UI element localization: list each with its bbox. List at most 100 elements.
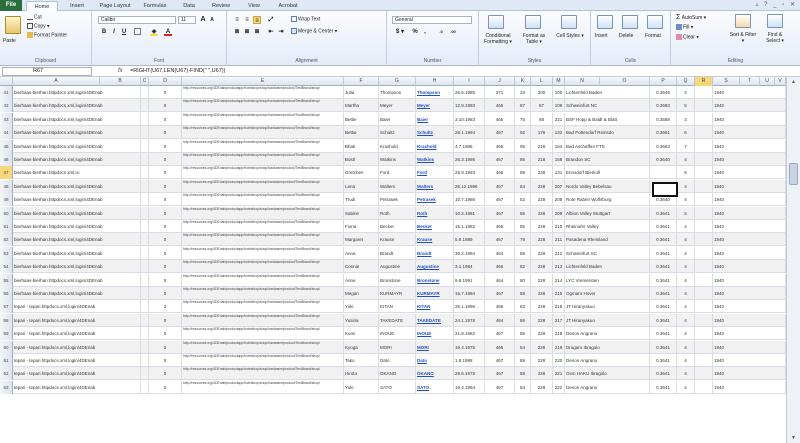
tab-file[interactable]: File — [0, 0, 22, 11]
orientation-icon[interactable]: ⤢ — [267, 16, 275, 24]
cell-k[interactable]: Martha — [344, 99, 379, 113]
cell-r[interactable]: 0.3641 — [650, 273, 677, 287]
cell-w[interactable]: 1940 — [713, 193, 786, 207]
cell-v[interactable]: 4 — [677, 327, 695, 341]
cell-v[interactable]: 6 — [677, 126, 695, 140]
cell-r[interactable]: 0.3641 — [650, 313, 677, 327]
cell-q[interactable]: 68 — [531, 112, 553, 126]
increase-indent-icon[interactable]: ⇥ — [277, 28, 285, 36]
cell-s[interactable]: 221 — [553, 112, 565, 126]
cell-n2[interactable]: 10.7.1986 — [454, 193, 485, 207]
row-header[interactable]: 61 — [0, 354, 13, 367]
cell-url[interactable]: http://resources.org/4DEnab/productapp/h… — [182, 380, 344, 394]
cell-x1[interactable] — [695, 300, 713, 314]
tab-data[interactable]: Data — [176, 1, 202, 11]
cell-v[interactable]: 4 — [677, 380, 695, 394]
cell-n2[interactable]: 1.8.1998 — [454, 354, 485, 367]
cell-p[interactable]: 92 — [515, 126, 531, 140]
column-header-s[interactable]: S — [713, 77, 740, 86]
cell-w[interactable]: 1940 — [713, 313, 786, 327]
cell-b[interactable] — [141, 300, 149, 314]
cell-t[interactable]: Lichtenfeld Baden — [565, 260, 650, 274]
row-header[interactable]: 58 — [0, 313, 13, 327]
cell-r[interactable]: 0.3640 — [650, 153, 677, 166]
cell-m[interactable]: Becker — [416, 220, 454, 233]
align-top-icon[interactable]: ≡ — [233, 16, 241, 24]
cell-c[interactable]: 0 — [149, 126, 182, 140]
cell-x1[interactable] — [695, 153, 713, 166]
cell-t[interactable]: Drugaro Ibragolo — [565, 340, 650, 354]
cell-o[interactable]: 467 — [485, 193, 515, 207]
cell-l[interactable]: Ford — [379, 166, 416, 180]
cell-l[interactable]: KITAN — [379, 300, 416, 314]
borders-icon[interactable] — [134, 28, 141, 35]
cell-w[interactable]: 1940 — [713, 179, 786, 193]
cell-url[interactable]: http://resources.org/4DEnab/productapp/h… — [182, 327, 344, 341]
underline-button[interactable]: U — [120, 28, 128, 36]
cell-a[interactable]: bierhaas-bierhan.httpdocs.xml,login/4DEn… — [13, 139, 141, 153]
cell-m[interactable]: Dato — [416, 354, 454, 367]
cell-url[interactable]: http://resources.org/4DEnab/productapp/h… — [182, 273, 344, 287]
fill-button[interactable]: Fill ▾ — [676, 24, 693, 31]
cell-q[interactable]: 228 — [531, 273, 553, 287]
cell-styles-icon[interactable] — [561, 15, 577, 29]
cell-m[interactable]: Krashold — [416, 139, 454, 153]
cell-c[interactable]: 0 — [149, 260, 182, 274]
cell-s[interactable]: 213 — [553, 260, 565, 274]
cell-x1[interactable] — [695, 313, 713, 327]
cell-q[interactable]: 216 — [531, 139, 553, 153]
row-header[interactable]: 49 — [0, 193, 13, 207]
row-header[interactable]: 43 — [0, 112, 13, 126]
cell-p[interactable]: 84 — [515, 340, 531, 354]
cell-m[interactable]: Meyer — [416, 99, 454, 113]
cell-n2[interactable]: 4.7.1988 — [454, 139, 485, 153]
cell-t[interactable]: JT Hiranyakuo — [565, 300, 650, 314]
cell-url[interactable]: http://resources.org/4DEnab/productapp/h… — [182, 112, 344, 126]
cell-v[interactable]: 4 — [677, 367, 695, 381]
cell-c[interactable]: 3 — [149, 300, 182, 314]
column-header-q[interactable]: Q — [677, 77, 695, 86]
cell-p[interactable]: 84 — [515, 179, 531, 193]
cell-o[interactable]: 465 — [485, 99, 515, 113]
cell-p[interactable]: 87 — [515, 99, 531, 113]
row-header[interactable]: 50 — [0, 206, 13, 220]
column-header-r[interactable]: R — [695, 77, 713, 86]
cell-n2[interactable]: 16.7.1994 — [454, 287, 485, 300]
cell-s[interactable]: 218 — [553, 327, 565, 341]
cell-k[interactable]: Megan — [344, 287, 379, 300]
cell-v[interactable]: 4 — [677, 354, 695, 367]
cell-v[interactable]: 3 — [677, 112, 695, 126]
cell-w[interactable]: 1940 — [713, 300, 786, 314]
cell-m[interactable]: INOUE — [416, 327, 454, 341]
paste-button[interactable]: Paste — [3, 38, 16, 45]
cell-b[interactable] — [141, 86, 149, 99]
cell-t[interactable]: Pasadena Rheinland — [565, 233, 650, 247]
autosum-button[interactable]: Σ AutoSum ▾ — [676, 14, 706, 22]
cell-l[interactable]: OKANO — [379, 367, 416, 381]
cell-c[interactable]: 0 — [149, 327, 182, 341]
cell-m[interactable]: TAKEDATE — [416, 313, 454, 327]
cell-a[interactable]: tepari - tepari.httpdocs.xml,login/4DEna… — [13, 340, 141, 354]
row-header[interactable]: 57 — [0, 300, 13, 314]
cell-x1[interactable] — [695, 139, 713, 153]
cell-b[interactable] — [141, 166, 149, 180]
cell-x1[interactable] — [695, 340, 713, 354]
cell-a[interactable]: bierhaas-bierhan.httpdocs.xml,ru — [13, 166, 141, 180]
cell-m[interactable]: Augustine — [416, 260, 454, 274]
conditional-formatting-button[interactable]: Conditional Formatting ▾ — [481, 33, 515, 45]
cell-n2[interactable]: 26.12.1996 — [454, 179, 485, 193]
cell-s[interactable]: 222 — [553, 380, 565, 394]
insert-cells-button[interactable]: Insert — [595, 33, 608, 40]
cell-q[interactable]: 228 — [531, 313, 553, 327]
cell-w[interactable]: 1940 — [713, 139, 786, 153]
row-header[interactable]: 55 — [0, 273, 13, 287]
cell-t[interactable]: BSF Hopp & Baldt & Blatt — [565, 112, 650, 126]
cell-x1[interactable] — [695, 246, 713, 260]
cell-w[interactable]: 1940 — [713, 273, 786, 287]
cell-c[interactable]: 0 — [149, 354, 182, 367]
align-center-icon[interactable]: ≣ — [243, 28, 251, 36]
cell-k[interactable]: Kyoga — [344, 340, 379, 354]
cell-a[interactable]: bierhaas-bierhan.httpdocs.xml,login/4DEn… — [13, 246, 141, 260]
cell-p[interactable]: 95 — [515, 139, 531, 153]
cell-l[interactable]: Bronstone — [379, 273, 416, 287]
